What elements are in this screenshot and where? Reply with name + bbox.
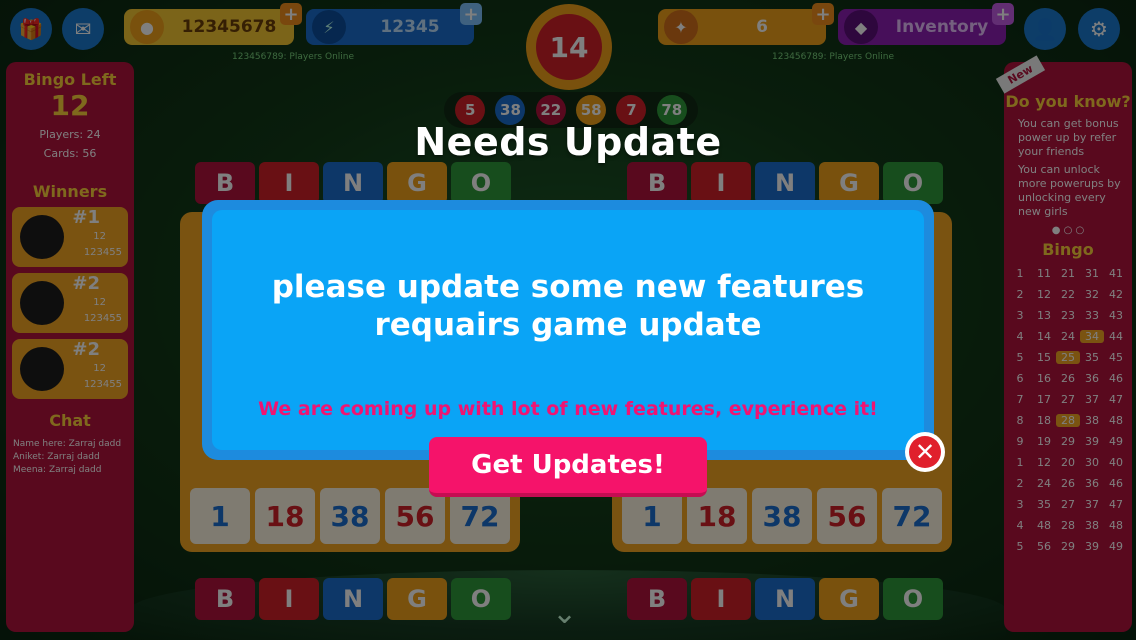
get-updates-button[interactable]: Get Updates! (429, 437, 707, 497)
message-line: please update some new features (271, 269, 865, 305)
update-message: please update some new features requairs… (212, 268, 924, 344)
message-line: requairs game update (374, 307, 762, 343)
dialog-body: please update some new features requairs… (212, 210, 924, 450)
close-icon: ✕ (909, 436, 941, 468)
close-button[interactable]: ✕ (905, 432, 945, 472)
modal-title: Needs Update (414, 120, 722, 164)
update-dialog: please update some new features requairs… (202, 200, 934, 460)
sub-message: We are coming up with lot of new feature… (258, 398, 878, 420)
